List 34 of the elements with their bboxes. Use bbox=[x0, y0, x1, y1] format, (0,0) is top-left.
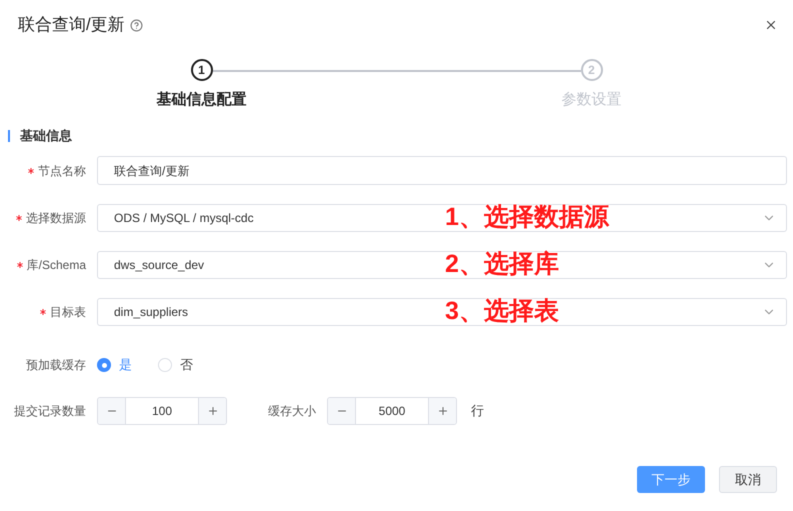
number-stepper[interactable]: 100 bbox=[97, 397, 227, 425]
radio-option[interactable]: 否 bbox=[158, 355, 193, 375]
unit-label: 行 bbox=[471, 402, 484, 420]
required-icon bbox=[40, 309, 46, 315]
increment-button[interactable] bbox=[198, 398, 226, 424]
annotation-label: 1、选择数据源 bbox=[445, 202, 609, 233]
section-title: 基础信息 bbox=[20, 127, 72, 146]
stepper-label: 缓存大小 bbox=[268, 403, 317, 420]
step-label: 参数设置 bbox=[562, 90, 622, 110]
step-label: 基础信息配置 bbox=[156, 90, 246, 110]
plus-icon bbox=[206, 405, 218, 417]
plus-icon bbox=[436, 405, 448, 417]
stepper-label: 提交记录数量 bbox=[13, 403, 87, 420]
field-label: 节点名称 bbox=[38, 162, 86, 180]
help-icon[interactable] bbox=[130, 18, 143, 32]
close-icon bbox=[764, 18, 778, 32]
stepper-value: 100 bbox=[150, 403, 174, 420]
annotation-label: 2、选择库 bbox=[445, 249, 559, 280]
field-label: 预加载缓存 bbox=[26, 357, 86, 374]
required-icon bbox=[16, 262, 23, 268]
increment-button[interactable] bbox=[428, 398, 456, 424]
field-label: 选择数据源 bbox=[26, 210, 86, 227]
annotation-label: 3、选择表 bbox=[445, 296, 559, 327]
required-icon bbox=[28, 168, 34, 174]
step-number: 1 bbox=[190, 59, 212, 81]
required-icon bbox=[16, 215, 22, 221]
stepper-value: 5000 bbox=[378, 403, 406, 420]
cancel-button[interactable]: 取消 bbox=[719, 466, 777, 493]
field-label: 库/Schema bbox=[26, 257, 86, 274]
step-number: 2 bbox=[580, 59, 602, 81]
text-field[interactable]: 联合查询/更新 bbox=[97, 156, 787, 185]
field-label: 目标表 bbox=[50, 304, 86, 321]
number-stepper[interactable]: 5000 bbox=[327, 397, 457, 425]
dialog-title: 联合查询/更新 bbox=[18, 14, 125, 36]
